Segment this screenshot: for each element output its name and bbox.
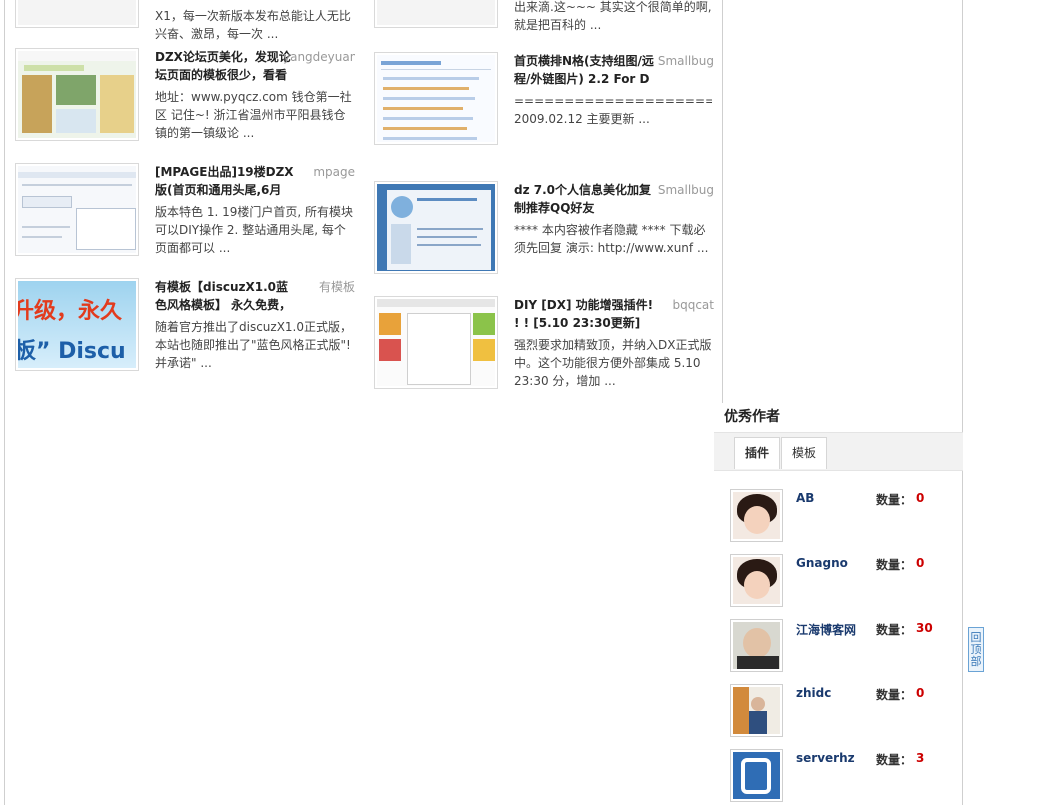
post-title[interactable]: dz 7.0个人信息美化加复制推荐QQ好友	[514, 181, 654, 217]
post-title[interactable]: DIY [DX] 功能增强插件! ! ! [5.10 23:30更新]	[514, 296, 654, 332]
author-count: 3	[916, 751, 925, 765]
thumbnail-banner-text: 板” Discu	[18, 339, 126, 364]
tab-plugins[interactable]: 插件	[734, 437, 781, 469]
count-label: 数量：	[876, 493, 913, 507]
post-title[interactable]: DZX论坛页美化，发现论坛页面的模板很少，看看吧	[155, 48, 295, 84]
post-author[interactable]: Smallbug	[658, 181, 714, 199]
post-card: DIY [DX] 功能增强插件! ! ! [5.10 23:30更新] bqqc…	[374, 296, 714, 396]
post-card: dz 7.0个人信息美化加复制推荐QQ好友 Smallbug **** 本内容被…	[374, 181, 714, 281]
post-excerpt: 地址：www.pyqcz.com 钱仓第一社区 记住~! 浙江省温州市平阳县钱仓…	[155, 90, 352, 140]
post-excerpt: X1，每一次新版本发布总能让人无比兴奋、激昂，每一次 ...	[155, 9, 351, 41]
post-author[interactable]: bqqcat	[672, 296, 714, 314]
count-label: 数量：	[876, 753, 913, 767]
post-card: 升级，永久 板” Discu 有模板【discuzX1.0蓝色风格模板】 永久免…	[15, 278, 355, 378]
post-author[interactable]: Smallbug	[658, 52, 714, 70]
author-row: 江海博客网 数量： 30	[730, 619, 960, 673]
post-thumbnail[interactable]	[374, 0, 498, 28]
author-count: 0	[916, 686, 925, 700]
count-label: 数量：	[876, 623, 913, 637]
avatar[interactable]	[730, 619, 783, 672]
post-card: 首页横排N格(支持组图/远程/外链图片) 2.2 For D Smallbug …	[374, 52, 714, 152]
post-thumbnail[interactable]	[15, 163, 139, 256]
back-to-top-button[interactable]: 回顶部	[968, 627, 984, 672]
tab-templates[interactable]: 模板	[781, 437, 828, 469]
post-card: X1，每一次新版本发布总能让人无比兴奋、激昂，每一次 ...	[15, 0, 355, 41]
avatar[interactable]	[730, 554, 783, 607]
post-excerpt: 强烈要求加精致顶，并纳入DX正式版中。这个功能很方便外部集成 5.10 23:3…	[514, 338, 712, 388]
post-thumbnail[interactable]	[374, 296, 498, 389]
post-excerpt: 随着官方推出了discuzX1.0正式版，本站也随即推出了"蓝色风格正式版"!并…	[155, 320, 353, 370]
post-card: DZX论坛页美化，发现论坛页面的模板很少，看看吧 yangdeyuan 地址：w…	[15, 48, 355, 148]
post-author[interactable]: mpage	[313, 163, 355, 181]
post-title[interactable]: 首页横排N格(支持组图/远程/外链图片) 2.2 For D	[514, 52, 654, 88]
post-card: 出来滴.这~~~ 其实这个很简单的啊,就是把百科的 ...	[374, 0, 714, 35]
thumbnail-banner-text: 升级，永久	[18, 299, 123, 324]
post-card: [MPAGE出品]19楼DZX版(首页和通用头尾,6月27日更 mpage 版本…	[15, 163, 355, 263]
post-excerpt: **** 本内容被作者隐藏 **** 下载必须先回复 演示: http://ww…	[514, 223, 709, 255]
author-row: Gnagno 数量： 0	[730, 554, 960, 608]
post-excerpt: 版本特色 1. 19楼门户首页, 所有模块可以DIY操作 2. 整站通用头尾, …	[155, 205, 353, 255]
avatar[interactable]	[730, 749, 783, 802]
post-thumbnail[interactable]	[15, 0, 139, 28]
post-excerpt: 出来滴.这~~~ 其实这个很简单的啊,就是把百科的 ...	[514, 0, 712, 32]
author-row: zhidc 数量： 0	[730, 684, 960, 738]
post-thumbnail[interactable]	[15, 48, 139, 141]
author-name[interactable]: serverhz	[796, 751, 855, 765]
author-name[interactable]: AB	[796, 491, 814, 505]
author-count: 0	[916, 556, 925, 570]
post-excerpt: ========================================…	[514, 94, 712, 126]
author-row: AB 数量： 0	[730, 489, 960, 543]
author-name[interactable]: 江海博客网	[796, 621, 856, 638]
post-thumbnail[interactable]: 升级，永久 板” Discu	[15, 278, 139, 371]
author-row: serverhz 数量： 3	[730, 749, 960, 803]
post-thumbnail[interactable]	[374, 52, 498, 145]
author-name[interactable]: Gnagno	[796, 556, 848, 570]
avatar[interactable]	[730, 684, 783, 737]
avatar[interactable]	[730, 489, 783, 542]
author-count: 0	[916, 491, 925, 505]
author-count: 30	[916, 621, 933, 635]
post-author[interactable]: 有模板	[319, 278, 355, 296]
count-label: 数量：	[876, 688, 913, 702]
post-author[interactable]: yangdeyuan	[283, 48, 355, 66]
post-thumbnail[interactable]	[374, 181, 498, 274]
author-name[interactable]: zhidc	[796, 686, 831, 700]
authors-heading: 优秀作者	[724, 409, 780, 425]
post-title[interactable]: [MPAGE出品]19楼DZX版(首页和通用头尾,6月27日更	[155, 163, 295, 199]
post-title[interactable]: 有模板【discuzX1.0蓝色风格模板】 永久免费，永	[155, 278, 295, 314]
column-divider	[722, 0, 723, 403]
count-label: 数量：	[876, 558, 913, 572]
